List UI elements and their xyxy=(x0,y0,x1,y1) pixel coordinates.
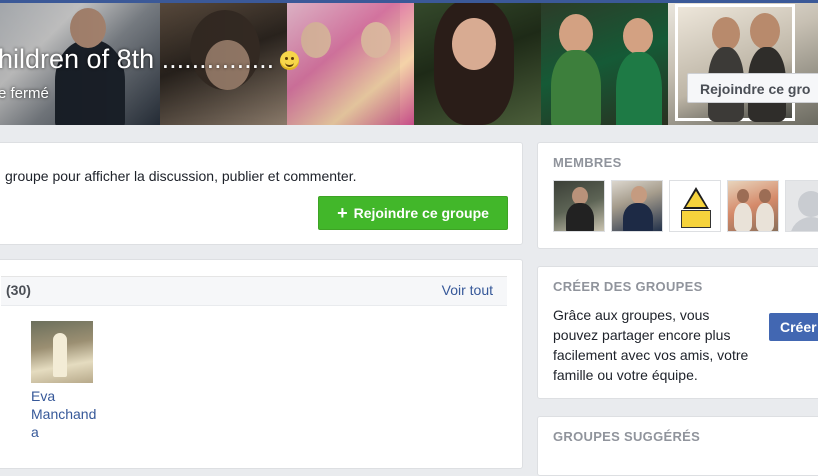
create-group-button[interactable]: Créer xyxy=(769,313,818,341)
cover-photo-tile xyxy=(668,0,818,125)
member-thumbnail[interactable] xyxy=(785,180,818,232)
cover-photo: hildren of 8th ............... e fermé R… xyxy=(0,0,818,125)
join-prompt-card: groupe pour afficher la discussion, publ… xyxy=(0,142,523,245)
members-count: (30) xyxy=(6,282,31,298)
join-group-cover-button[interactable]: Rejoindre ce gro xyxy=(687,73,818,103)
member-thumbnails xyxy=(553,180,818,232)
create-groups-title: CRÉER DES GROUPES xyxy=(553,279,703,294)
membres-title: MEMBRES xyxy=(553,155,622,170)
member-thumbnail[interactable] xyxy=(669,180,721,232)
cover-photo-tile xyxy=(414,0,541,125)
see-all-link[interactable]: Voir tout xyxy=(442,282,493,298)
create-groups-text: Grâce aux groupes, vous pouvez partager … xyxy=(553,307,749,383)
create-groups-card: CRÉER DES GROUPES Grâce aux groupes, vou… xyxy=(537,266,818,399)
membres-card: MEMBRES xyxy=(537,142,818,249)
member-name-link[interactable]: Eva Manchanda xyxy=(31,387,101,441)
plus-icon: + xyxy=(337,203,348,223)
join-prompt-text: groupe pour afficher la discussion, publ… xyxy=(5,168,357,184)
join-group-button-label: Rejoindre ce groupe xyxy=(353,205,489,221)
join-group-button[interactable]: + Rejoindre ce groupe xyxy=(318,196,508,230)
warning-icon xyxy=(683,187,709,209)
member-thumbnail[interactable] xyxy=(553,180,605,232)
members-header: (30) Voir tout xyxy=(1,276,507,306)
member-thumbnail[interactable] xyxy=(727,180,779,232)
suggested-groups-card: GROUPES SUGGÉRÉS xyxy=(537,416,818,476)
group-title: hildren of 8th ............... xyxy=(0,44,300,75)
default-avatar-icon xyxy=(790,191,818,231)
cover-photo-tile xyxy=(541,0,668,125)
member-photo[interactable] xyxy=(31,321,93,383)
group-privacy-label: e fermé xyxy=(0,85,49,102)
smiley-icon xyxy=(280,51,300,71)
suggested-groups-title: GROUPES SUGGÉRÉS xyxy=(553,429,701,444)
top-blue-bar xyxy=(0,0,818,3)
members-card: (30) Voir tout Eva Manchanda xyxy=(0,259,523,469)
member-thumbnail[interactable] xyxy=(611,180,663,232)
